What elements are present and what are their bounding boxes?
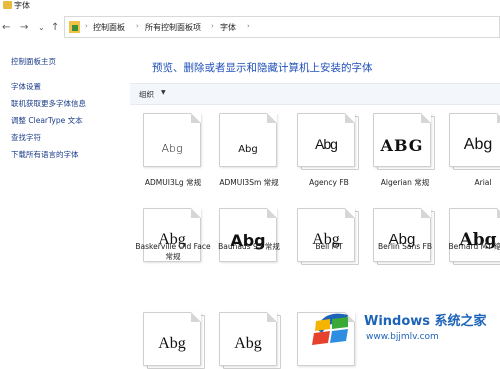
font-preview-page: ABG <box>373 113 431 167</box>
breadcrumb-control-panel[interactable]: 控制面板 <box>93 22 125 33</box>
font-name: Agency FB <box>309 178 349 187</box>
font-sample: Abg <box>158 335 186 352</box>
font-sample: ABG <box>380 136 424 155</box>
dropdown-caret-icon: ▼ <box>161 89 166 96</box>
font-tile[interactable]: Abg <box>449 113 500 170</box>
fonts-folder-icon <box>3 1 12 9</box>
font-tile[interactable]: Abg <box>219 312 281 369</box>
font-tile[interactable]: Abg <box>143 312 205 369</box>
font-tile[interactable]: Abg <box>219 113 281 169</box>
font-name: Arial <box>474 178 492 187</box>
sidebar-link-font-settings[interactable]: 字体设置 <box>11 81 41 92</box>
title-bar: 字体 <box>0 0 500 12</box>
font-tile[interactable]: Abg <box>297 208 359 265</box>
command-bar: 组织 ▼ <box>130 83 500 105</box>
font-sample: Abg <box>238 144 258 155</box>
font-name: Bauhaus 93 常规 <box>218 242 280 251</box>
font-sample: Abg <box>234 335 262 352</box>
font-tile[interactable]: ABG <box>373 113 435 170</box>
chevron-right-icon: › <box>136 22 139 30</box>
font-preview-page: Abg <box>219 312 277 366</box>
font-tile[interactable]: Abg <box>219 208 281 264</box>
font-preview-page: Abg <box>373 208 431 262</box>
font-name: Baskerville Old Face 常规 <box>135 242 211 261</box>
font-tile[interactable]: Abg <box>373 208 435 265</box>
control-panel-icon <box>69 21 80 33</box>
chevron-right-icon: › <box>211 22 214 30</box>
forward-arrow-icon[interactable]: → <box>20 22 28 34</box>
font-sample: Abg <box>161 142 183 155</box>
windows-logo-icon <box>312 313 348 345</box>
font-name: Bernard MT 缩 <box>448 242 500 251</box>
sidebar: 控制面板主页 字体设置 联机获取更多字体信息 调整 ClearType 文本 查… <box>0 44 130 353</box>
font-name: Bell MT <box>315 242 343 251</box>
chevron-right-icon: › <box>247 22 250 30</box>
font-name: ADMUI3Sm 常规 <box>219 178 279 187</box>
breadcrumb-fonts[interactable]: 字体 <box>220 22 236 33</box>
sidebar-link-find-character[interactable]: 查找字符 <box>11 132 41 143</box>
font-preview-page: Abg <box>143 113 201 167</box>
font-preview-page: Abg <box>219 208 277 262</box>
window-title: 字体 <box>14 1 30 10</box>
page-heading: 预览、删除或者显示和隐藏计算机上安装的字体 <box>152 62 373 74</box>
font-tile[interactable]: Abg <box>297 113 359 170</box>
font-preview-page: Abg <box>219 113 277 167</box>
font-tile[interactable]: Abg <box>143 113 205 169</box>
organize-button[interactable]: 组织 <box>139 89 154 100</box>
sidebar-link-cleartype[interactable]: 调整 ClearType 文本 <box>11 115 83 126</box>
font-preview-page: Abg <box>297 113 355 167</box>
breadcrumb-all-items[interactable]: 所有控制面板项 <box>145 22 201 33</box>
watermark-title: Windows 系统之家 <box>364 314 487 329</box>
font-name: Berlin Sans FB <box>377 242 432 251</box>
watermark-url: www.bjjmlv.com <box>366 332 439 342</box>
font-preview-page: Abg <box>449 113 500 167</box>
chevron-right-icon: › <box>85 22 88 30</box>
sidebar-link-download-fonts[interactable]: 下载所有语言的字体 <box>11 149 79 160</box>
watermark: Windows 系统之家 www.bjjmlv.com <box>300 297 500 353</box>
font-preview-page: Abg <box>449 208 500 262</box>
font-preview-page: Abg <box>297 208 355 262</box>
address-bar[interactable]: › 控制面板 › 所有控制面板项 › 字体 › <box>64 16 500 38</box>
back-arrow-icon[interactable]: ← <box>2 22 10 34</box>
font-sample: Abg <box>315 136 338 152</box>
font-name: ADMUI3Lg 常规 <box>144 178 202 187</box>
font-name: Algerian 常规 <box>380 178 430 187</box>
font-sample: Abg <box>463 136 493 153</box>
font-preview-page: Abg <box>143 312 201 366</box>
sidebar-home-link[interactable]: 控制面板主页 <box>11 56 56 67</box>
sidebar-link-get-more-fonts[interactable]: 联机获取更多字体信息 <box>11 98 86 109</box>
font-tile[interactable]: Abg <box>449 208 500 265</box>
recent-locations-chevron-icon[interactable]: ⌄ <box>38 22 45 34</box>
up-arrow-icon[interactable]: ↑ <box>51 22 59 34</box>
